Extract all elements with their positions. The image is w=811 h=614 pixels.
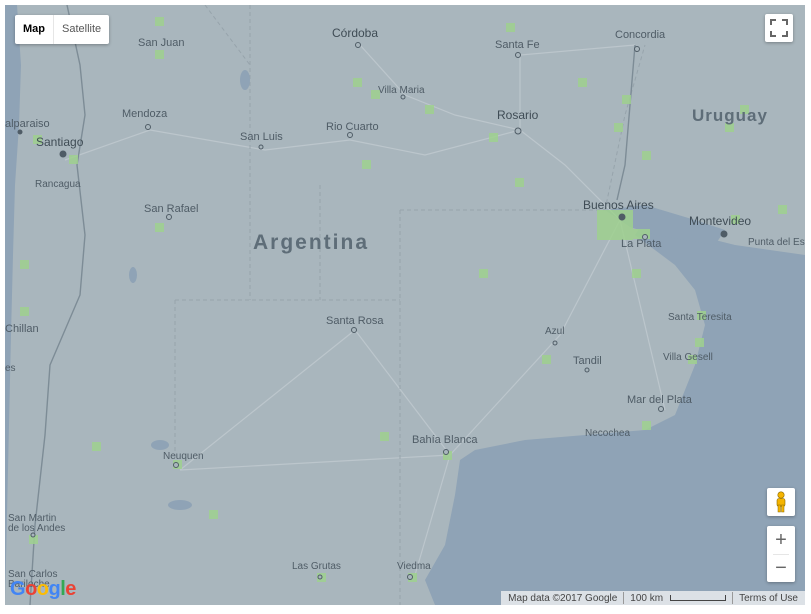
map-type-satellite-button[interactable]: Satellite [53, 15, 109, 44]
zoom-out-icon: − [775, 556, 787, 579]
place-label: Villa Maria [378, 85, 425, 96]
place-label: Rosario [497, 108, 539, 122]
place-label: Neuquen [163, 451, 204, 462]
place-label: Mendoza [122, 108, 168, 120]
map-type-control: Map Satellite [15, 15, 110, 44]
scale-label[interactable]: 100 km [630, 593, 663, 604]
place-label: San Juan [138, 37, 185, 49]
place-label: Rio Cuarto [326, 121, 379, 133]
place-label: Buenos Aires [583, 198, 654, 212]
place-label: Viedma [397, 561, 431, 572]
place-label: Montevideo [689, 214, 752, 228]
scale-bar [670, 595, 727, 601]
place-label: alparaiso [5, 118, 50, 130]
place-label: San Rafael [144, 203, 199, 215]
country-label: Argentina [253, 231, 370, 254]
place-label: Santa Fe [495, 39, 540, 51]
google-logo[interactable]: Google [10, 578, 76, 601]
place-label: Rancagua [35, 179, 81, 190]
place-label: Córdoba [332, 26, 379, 40]
zoom-in-icon: + [775, 528, 787, 551]
terms-link[interactable]: Terms of Use [739, 593, 798, 604]
place-label: Mar del Plata [627, 394, 692, 406]
zoom-out-button[interactable]: − [767, 554, 795, 582]
place-label: Villa Gesell [663, 352, 713, 363]
fullscreen-button[interactable] [765, 14, 793, 42]
country-label: Uruguay [692, 106, 768, 125]
place-label: Santiago [36, 135, 84, 149]
street-view-pegman-button[interactable] [767, 488, 795, 516]
place-label: es [5, 363, 16, 374]
pegman-icon [776, 491, 786, 513]
place-label: Las Grutas [292, 561, 341, 572]
place-label: San Luis [240, 131, 283, 143]
place-label: La Plata [621, 238, 662, 250]
place-label: Santa Teresita [668, 312, 732, 323]
place-label: Tandil [573, 355, 602, 367]
map-footer: Map data ©2017 Google 100 km Terms of Us… [501, 591, 805, 605]
place-label: Necochea [585, 428, 631, 439]
place-label: Chillan [5, 323, 39, 335]
map-data-attribution[interactable]: Map data ©2017 Google [508, 593, 617, 604]
zoom-control: + − [767, 526, 795, 582]
map-type-map-button[interactable]: Map [15, 15, 53, 44]
map-canvas[interactable]: Córdoba Santa Fe Concordia San Juan Vill… [5, 5, 805, 605]
zoom-in-button[interactable]: + [767, 526, 795, 554]
place-label: Santa Rosa [326, 315, 384, 327]
place-label: Punta del Este [748, 237, 805, 248]
place-label: Azul [545, 326, 565, 337]
fullscreen-icon [770, 19, 788, 37]
place-label: Bahía Blanca [412, 434, 478, 446]
place-label: de los Andes [8, 523, 66, 534]
place-label: Concordia [615, 29, 666, 41]
